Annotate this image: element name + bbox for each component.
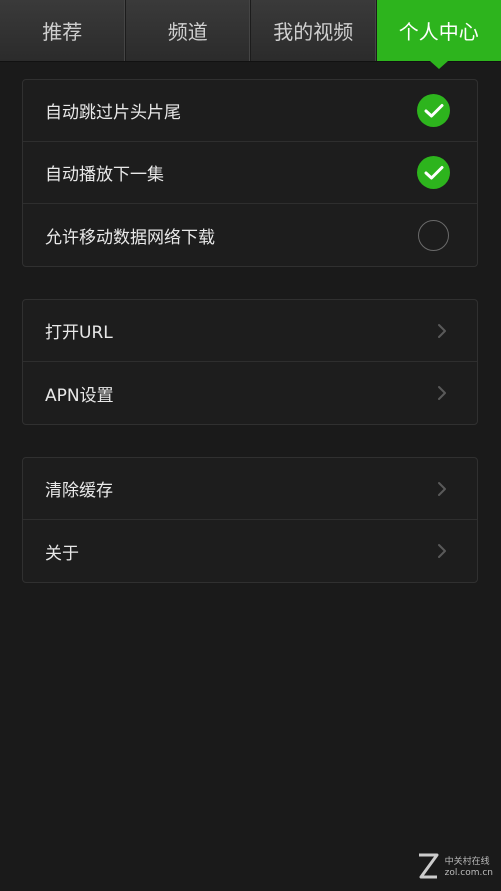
chevron-right-icon <box>435 323 449 338</box>
open-url-label: 打开URL <box>45 323 113 343</box>
chevron-right-icon <box>435 481 449 496</box>
mobile-data-download-row[interactable]: 允许移动数据网络下载 <box>23 204 477 266</box>
tab-my-videos[interactable]: 我的视频 <box>251 0 377 61</box>
autoplay-next-label: 自动播放下一集 <box>45 165 164 185</box>
clear-cache-row[interactable]: 清除缓存 <box>23 458 477 520</box>
network-settings-group: 打开URL APN设置 <box>22 299 478 425</box>
apn-settings-row[interactable]: APN设置 <box>23 362 477 424</box>
chevron-right-icon <box>435 386 449 400</box>
autoplay-next-row[interactable]: 自动播放下一集 <box>23 142 477 204</box>
top-tab-bar: 推荐 频道 我的视频 个人中心 <box>0 0 501 69</box>
checked-icon[interactable] <box>417 94 450 127</box>
misc-settings-group: 清除缓存 关于 <box>22 457 478 583</box>
checked-icon[interactable] <box>417 156 450 189</box>
tab-channels[interactable]: 频道 <box>126 0 251 61</box>
unchecked-circle-icon[interactable] <box>418 219 449 251</box>
about-row[interactable]: 关于 <box>23 520 477 582</box>
watermark-domain: zol.com.cn <box>444 868 493 878</box>
skip-intro-outro-label: 自动跳过片头片尾 <box>45 103 181 123</box>
zol-logo-icon <box>415 851 441 885</box>
tab-recommended[interactable]: 推荐 <box>0 0 126 61</box>
zol-watermark: 中关村在线 zol.com.cn <box>415 851 493 885</box>
clear-cache-label: 清除缓存 <box>45 481 113 501</box>
playback-settings-group: 自动跳过片头片尾 自动播放下一集 允许移动数据网络下载 <box>22 79 478 267</box>
watermark-name: 中关村在线 <box>444 857 490 867</box>
watermark-text: 中关村在线 zol.com.cn <box>445 857 493 879</box>
chevron-right-icon <box>435 544 449 558</box>
mobile-data-download-label: 允许移动数据网络下载 <box>45 227 215 248</box>
skip-intro-outro-row[interactable]: 自动跳过片头片尾 <box>23 80 477 142</box>
tab-personal-center[interactable]: 个人中心 <box>376 0 501 69</box>
about-label: 关于 <box>45 543 79 564</box>
open-url-row[interactable]: 打开URL <box>23 300 477 362</box>
apn-settings-label: APN设置 <box>45 385 114 406</box>
